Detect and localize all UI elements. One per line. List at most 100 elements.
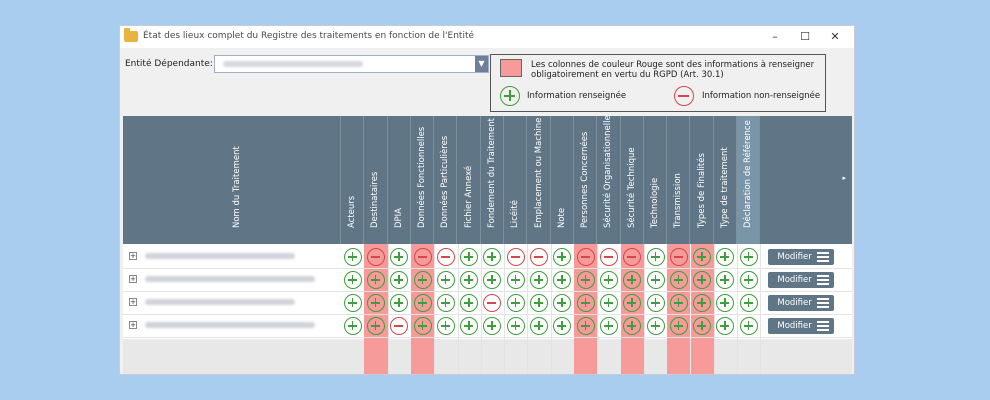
minimize-icon[interactable]: –	[760, 26, 790, 48]
column-divider	[597, 244, 599, 374]
minus-circle-icon	[366, 248, 385, 266]
plus-circle-icon	[530, 271, 549, 289]
plus-circle-icon	[343, 294, 362, 312]
column-header[interactable]: Sécurité Organisationnelle	[597, 116, 621, 244]
plus-circle-icon	[739, 271, 758, 289]
entity-value-redacted	[223, 61, 363, 67]
column-header[interactable]: Licéité	[504, 116, 528, 244]
modify-button[interactable]: Modifier	[768, 295, 835, 311]
column-header[interactable]: Acteurs	[341, 116, 365, 244]
plus-circle-icon	[530, 317, 549, 335]
entity-dropdown[interactable]: ▼	[214, 55, 489, 73]
column-header[interactable]: Données Particulières	[434, 116, 458, 244]
maximize-icon[interactable]: ☐	[790, 26, 820, 48]
expand-icon[interactable]: +	[129, 252, 137, 260]
plus-circle-icon	[343, 317, 362, 335]
column-header[interactable]: Technologie	[644, 116, 668, 244]
plus-circle-icon	[413, 294, 432, 312]
plus-circle-icon	[366, 317, 385, 335]
list-icon	[817, 298, 830, 308]
expand-icon[interactable]: +	[129, 275, 137, 283]
minus-circle-icon	[669, 248, 688, 266]
plus-circle-icon	[739, 317, 758, 335]
column-header[interactable]: Destinataires	[364, 116, 388, 244]
plus-circle-icon	[739, 294, 758, 312]
register-grid: Nom du Traitement ▸ Acteurs Destinataires…	[123, 116, 852, 374]
column-header-label: Fichier Annexé	[463, 165, 474, 228]
column-header[interactable]: Note	[551, 116, 574, 244]
plus-circle-icon	[500, 86, 520, 106]
minus-circle-icon	[413, 248, 432, 266]
modify-button[interactable]: Modifier	[768, 272, 835, 288]
column-header[interactable]: Personnes Concernées	[574, 116, 598, 244]
column-header[interactable]: Types de Finalités	[691, 116, 714, 244]
chevron-down-icon[interactable]: ▼	[475, 56, 488, 72]
column-header[interactable]: Fondement du Traitement	[481, 116, 505, 244]
plus-circle-icon	[436, 271, 455, 289]
close-icon[interactable]: ✕	[820, 26, 850, 48]
plus-circle-icon	[576, 271, 595, 289]
column-header[interactable]: Type de traitement	[714, 116, 738, 244]
minus-circle-icon	[506, 248, 525, 266]
modify-button-label: Modifier	[777, 252, 812, 262]
plus-circle-icon	[343, 271, 362, 289]
plus-circle-icon	[669, 271, 688, 289]
legend-required-text: Les colonnes de couleur Rouge sont des i…	[531, 60, 815, 80]
legend-filled-label: Information renseignée	[527, 91, 627, 101]
column-header-label: Technologie	[650, 177, 661, 228]
minus-circle-icon	[674, 86, 694, 106]
column-header-label: Destinataires	[370, 171, 381, 228]
column-header[interactable]: Déclaration de Référence	[737, 116, 761, 244]
expand-icon[interactable]: +	[129, 298, 137, 306]
column-divider	[480, 244, 482, 374]
legend-empty-label: Information non-renseignée	[702, 91, 821, 101]
column-divider	[550, 244, 552, 374]
column-header-label: Personnes Concernées	[580, 131, 591, 228]
row-divider	[123, 314, 852, 315]
chevron-right-icon[interactable]: ▸	[842, 174, 846, 182]
column-header[interactable]: Fichier Annexé	[458, 116, 481, 244]
column-header[interactable]: DPIA	[388, 116, 411, 244]
minus-circle-icon	[436, 248, 455, 266]
plus-circle-icon	[599, 294, 618, 312]
entity-label: Entité Dépendante:	[125, 59, 213, 69]
column-header[interactable]: Transmission	[667, 116, 691, 244]
column-header-label: Fondement du Traitement	[486, 117, 497, 228]
column-header-label: Note	[556, 207, 567, 228]
column-divider	[643, 244, 645, 374]
plus-circle-icon	[366, 271, 385, 289]
column-divider	[737, 244, 739, 374]
treatment-name-redacted	[145, 299, 295, 305]
row-divider	[123, 268, 852, 269]
header-name[interactable]: Nom du Traitement	[123, 116, 341, 244]
minus-circle-icon	[530, 248, 549, 266]
plus-circle-icon	[413, 317, 432, 335]
column-header[interactable]: Sécurité Technique	[621, 116, 644, 244]
plus-circle-icon	[413, 271, 432, 289]
treatment-name-redacted	[145, 322, 315, 328]
empty-rows-area	[123, 339, 852, 374]
plus-circle-icon	[646, 294, 665, 312]
list-icon	[817, 321, 830, 331]
column-divider	[713, 244, 715, 374]
plus-circle-icon	[739, 248, 758, 266]
modify-button[interactable]: Modifier	[768, 318, 835, 334]
legend-box: Les colonnes de couleur Rouge sont des i…	[490, 54, 826, 112]
minus-circle-icon	[599, 248, 618, 266]
column-header-label: Licéité	[510, 200, 521, 228]
plus-circle-icon	[436, 317, 455, 335]
column-divider	[434, 244, 436, 374]
column-header[interactable]: Emplacement ou Machine	[527, 116, 551, 244]
column-header-label: Type de traitement	[719, 147, 730, 228]
plus-circle-icon	[646, 248, 665, 266]
column-header-label: Données Fonctionnelles	[417, 126, 428, 228]
list-icon	[817, 275, 830, 285]
column-header-label: DPIA	[393, 208, 404, 228]
expand-icon[interactable]: +	[129, 321, 137, 329]
modify-button[interactable]: Modifier	[768, 249, 835, 265]
row-divider	[123, 337, 852, 338]
plus-circle-icon	[576, 294, 595, 312]
header-name-label: Nom du Traitement	[231, 146, 242, 228]
modify-button-label: Modifier	[777, 298, 812, 308]
column-header[interactable]: Données Fonctionnelles	[411, 116, 435, 244]
